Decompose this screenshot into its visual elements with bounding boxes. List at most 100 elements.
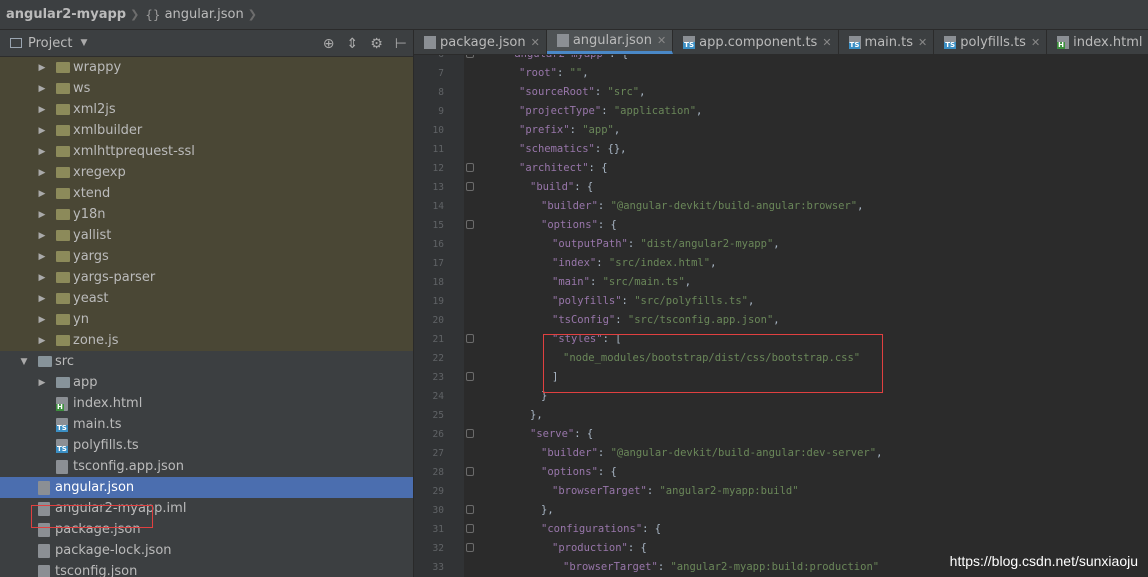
fold-icon[interactable] [466,505,474,514]
tree-item[interactable]: ▶ wrappy [0,57,413,78]
chevron-right-icon[interactable]: ▶ [36,231,48,241]
code-line[interactable]: 8 "sourceRoot": "src", [414,83,1148,102]
fold-icon[interactable] [466,163,474,172]
code-line[interactable]: 17 "index": "src/index.html", [414,254,1148,273]
code-line[interactable]: 18 "main": "src/main.ts", [414,273,1148,292]
hide-panel-icon[interactable]: ⊢ [395,36,407,52]
tree-item[interactable]: ▶ xmlhttprequest-ssl [0,141,413,162]
code-line[interactable]: 27 "builder": "@angular-devkit/build-angu… [414,444,1148,463]
code-line[interactable]: 11 "schematics": {}, [414,140,1148,159]
chevron-right-icon[interactable]: ▶ [36,252,48,262]
tree-item[interactable]: ▶ yargs [0,246,413,267]
tree-item[interactable]: ▶ yn [0,309,413,330]
tree-item[interactable]: TS polyfills.ts [0,435,413,456]
tree-item[interactable]: TS main.ts [0,414,413,435]
code-line[interactable]: 10 "prefix": "app", [414,121,1148,140]
code-line[interactable]: 31 "configurations": { [414,520,1148,539]
code-line[interactable]: 21 "styles": [ [414,330,1148,349]
chevron-right-icon[interactable]: ▶ [36,189,48,199]
code-line[interactable]: 26 "serve": { [414,425,1148,444]
chevron-right-icon[interactable]: ▶ [36,147,48,157]
fold-icon[interactable] [466,55,474,58]
tree-item-label: angular.json [55,480,135,495]
tree-item[interactable]: ▶ ws [0,78,413,99]
code-line[interactable]: 24} [414,387,1148,406]
code-line[interactable]: 6 "angular2-myapp": { [414,55,1148,64]
fold-icon[interactable] [466,429,474,438]
editor-tab[interactable]: Hindex.html✕ [1047,30,1148,54]
fold-icon[interactable] [466,334,474,343]
editor-tab[interactable]: angular.json ✕ [546,30,674,54]
tree-item[interactable]: ▶ app [0,372,413,393]
tree-item[interactable]: ▶ y18n [0,204,413,225]
fold-icon[interactable] [466,543,474,552]
chevron-right-icon[interactable]: ▶ [36,126,48,136]
tree-item[interactable]: angular2-myapp.iml [0,498,413,519]
fold-icon[interactable] [466,467,474,476]
tree-item[interactable]: package-lock.json [0,540,413,561]
code-line[interactable]: 29 "browserTarget": "angular2-myapp:build… [414,482,1148,501]
code-line[interactable]: 20 "tsConfig": "src/tsconfig.app.json", [414,311,1148,330]
chevron-right-icon[interactable]: ▶ [36,105,48,115]
chevron-right-icon[interactable]: ▶ [36,336,48,346]
code-line[interactable]: 22 "node_modules/bootstrap/dist/css/boots… [414,349,1148,368]
tree-item[interactable]: ▶ yeast [0,288,413,309]
tree-item[interactable]: ▶ xtend [0,183,413,204]
code-line[interactable]: 23] [414,368,1148,387]
locate-icon[interactable]: ⊕ [323,36,335,52]
project-view-label[interactable]: Project [28,36,72,51]
code-line[interactable]: 28 "options": { [414,463,1148,482]
code-line[interactable]: 15 "options": { [414,216,1148,235]
code-line[interactable]: 16 "outputPath": "dist/angular2-myapp", [414,235,1148,254]
code-line[interactable]: 13 "build": { [414,178,1148,197]
editor-tab[interactable]: TS polyfills.ts ✕ [934,30,1048,54]
gear-icon[interactable]: ⚙ [370,36,383,52]
editor-tab[interactable]: package.json ✕ [414,30,547,54]
chevron-right-icon[interactable]: ▶ [36,210,48,220]
tree-item[interactable]: ▼ src [0,351,413,372]
fold-icon[interactable] [466,220,474,229]
editor-tab[interactable]: TS app.component.ts ✕ [673,30,839,54]
code-line[interactable]: 9 "projectType": "application", [414,102,1148,121]
tree-item-label: main.ts [73,417,122,432]
editor-tab[interactable]: TS main.ts ✕ [839,30,935,54]
breadcrumb-file[interactable]: angular.json [165,7,244,22]
code-line[interactable]: 12 "architect": { [414,159,1148,178]
code-line[interactable]: 25}, [414,406,1148,425]
chevron-right-icon[interactable]: ▶ [36,315,48,325]
tree-item[interactable]: tsconfig.app.json [0,456,413,477]
fold-icon[interactable] [466,182,474,191]
close-icon[interactable]: ✕ [918,36,927,49]
chevron-right-icon[interactable]: ▶ [36,294,48,304]
close-icon[interactable]: ✕ [1031,36,1040,49]
chevron-right-icon[interactable]: ▶ [36,273,48,283]
tree-item[interactable]: angular.json [0,477,413,498]
chevron-right-icon[interactable]: ▶ [36,168,48,178]
code-area[interactable]: 6 "angular2-myapp": {7 "root": "", 8 "source… [414,55,1148,577]
chevron-right-icon[interactable]: ▶ [36,84,48,94]
close-icon[interactable]: ✕ [531,36,540,49]
tree-item[interactable]: tsconfig.json [0,561,413,577]
code-line[interactable]: 19 "polyfills": "src/polyfills.ts", [414,292,1148,311]
breadcrumb-project[interactable]: angular2-myapp [6,7,126,22]
fold-icon[interactable] [466,372,474,381]
tree-item[interactable]: ▶ xml2js [0,99,413,120]
code-line[interactable]: 30}, [414,501,1148,520]
tree-item[interactable]: package.json [0,519,413,540]
fold-icon[interactable] [466,524,474,533]
tree-item[interactable]: Hindex.html [0,393,413,414]
chevron-right-icon[interactable]: ▶ [36,63,48,73]
tree-item[interactable]: ▶ xregexp [0,162,413,183]
tree-item[interactable]: ▶ zone.js [0,330,413,351]
close-icon[interactable]: ✕ [822,36,831,49]
close-icon[interactable]: ✕ [657,34,666,47]
tree-item[interactable]: ▶ yargs-parser [0,267,413,288]
tree-item[interactable]: ▶ xmlbuilder [0,120,413,141]
code-line[interactable]: 7 "root": "", [414,64,1148,83]
chevron-down-icon[interactable]: ▼ [80,38,87,48]
chevron-down-icon[interactable]: ▼ [18,357,30,367]
tree-item[interactable]: ▶ yallist [0,225,413,246]
collapse-all-icon[interactable]: ⇕ [347,36,359,52]
code-line[interactable]: 14 "builder": "@angular-devkit/build-angu… [414,197,1148,216]
chevron-right-icon[interactable]: ▶ [36,378,48,388]
